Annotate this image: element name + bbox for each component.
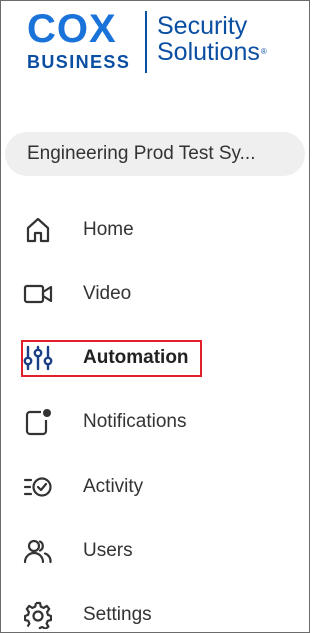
- home-icon: [23, 215, 53, 245]
- nav-label-users: Users: [83, 540, 133, 561]
- sidebar-panel: COX BUSINESS Security Solutions® Enginee…: [0, 0, 310, 633]
- nav-label-automation: Automation: [83, 347, 189, 368]
- nav-label-settings: Settings: [83, 604, 152, 625]
- site-selector[interactable]: Engineering Prod Test Sy...: [5, 132, 305, 176]
- nav-label-home: Home: [83, 219, 134, 240]
- site-selector-value: Engineering Prod Test Sy...: [27, 143, 256, 164]
- activity-list-check-icon: [23, 472, 53, 502]
- logo-divider: [145, 11, 147, 73]
- logo-cox-wordmark: COX: [27, 7, 117, 51]
- logo-solutions-text: Solutions®: [157, 39, 267, 65]
- nav-item-notifications[interactable]: Notifications: [23, 402, 187, 442]
- logo-business-wordmark: BUSINESS: [27, 52, 131, 72]
- logo-solutions-word: Solutions: [157, 38, 260, 66]
- cox-business-security-solutions-logo: COX BUSINESS Security Solutions®: [25, 5, 295, 77]
- nav-label-video: Video: [83, 283, 132, 304]
- sliders-icon: [23, 343, 53, 373]
- logo-security-text: Security: [157, 12, 248, 40]
- video-camera-icon: [23, 279, 53, 309]
- nav-item-automation[interactable]: Automation: [23, 338, 189, 378]
- nav-item-home[interactable]: Home: [23, 210, 134, 250]
- nav-label-activity: Activity: [83, 476, 144, 497]
- registered-mark: ®: [260, 47, 267, 56]
- gear-icon: [23, 600, 53, 630]
- nav-item-video[interactable]: Video: [23, 274, 131, 314]
- nav-item-activity[interactable]: Activity: [23, 467, 143, 507]
- nav-item-users[interactable]: Users: [23, 531, 133, 571]
- notification-badge-icon: [23, 407, 53, 437]
- nav-label-notifications: Notifications: [83, 411, 187, 432]
- users-icon: [23, 536, 53, 566]
- nav-item-settings[interactable]: Settings: [23, 595, 152, 632]
